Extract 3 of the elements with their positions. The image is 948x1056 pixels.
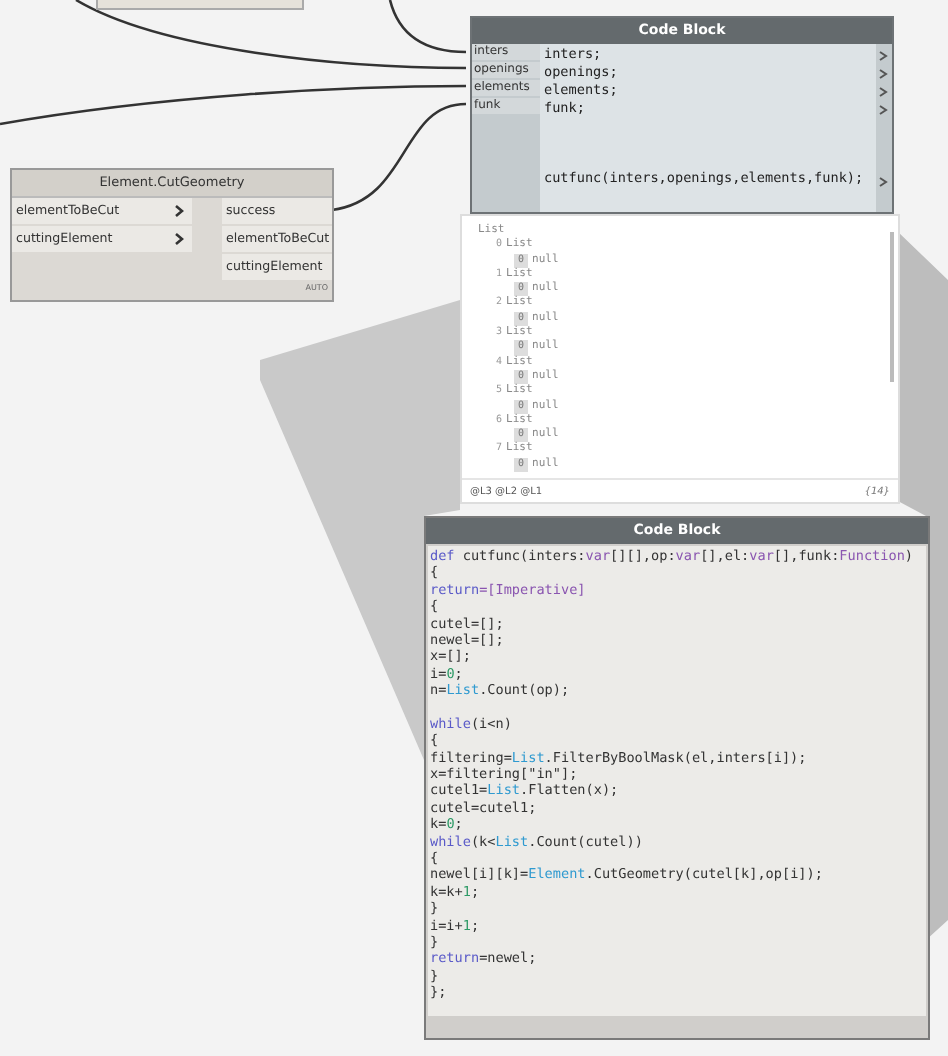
code-editor[interactable] xyxy=(428,546,926,1016)
output-port-icon[interactable] xyxy=(878,176,888,188)
scrollbar[interactable] xyxy=(890,232,894,382)
